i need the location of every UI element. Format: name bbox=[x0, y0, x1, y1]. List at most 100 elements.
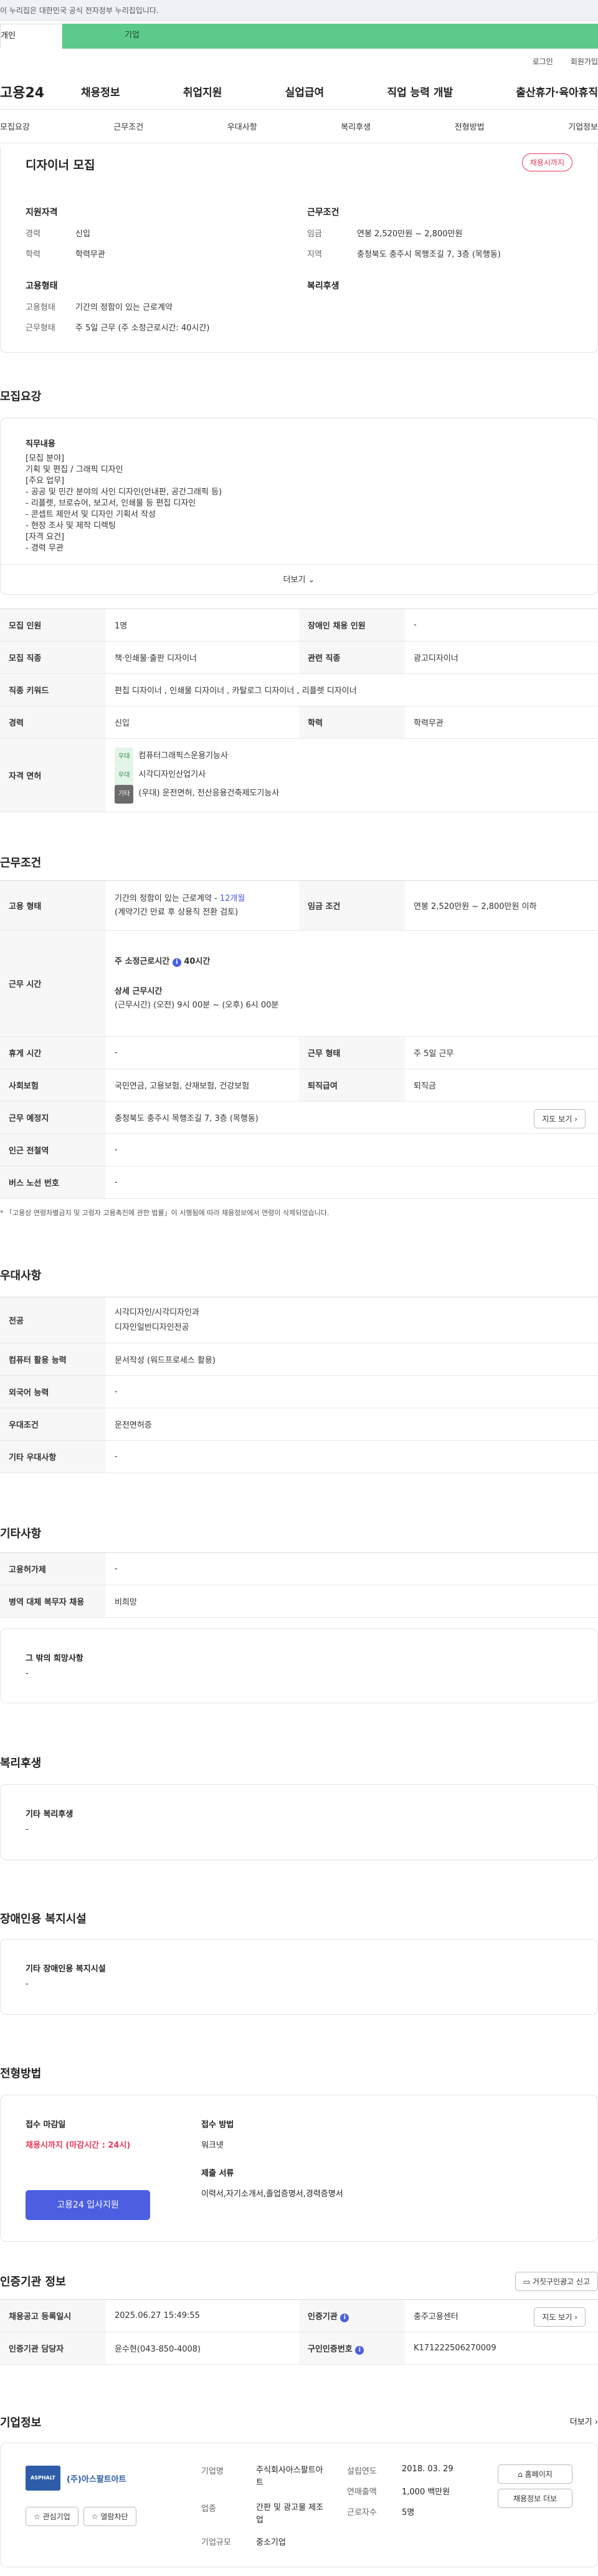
gnb-support[interactable]: 취업지원 bbox=[183, 84, 222, 99]
welfare-value: - bbox=[26, 1825, 29, 1834]
gnb-benefit[interactable]: 실업급여 bbox=[285, 84, 325, 99]
headcount-label: 모집 인원 bbox=[0, 608, 106, 642]
recruit-section-title: 모집요강 bbox=[0, 390, 42, 403]
rest-value: - bbox=[106, 1036, 299, 1069]
headcount-value: 1명 bbox=[106, 608, 299, 642]
pref-section-title: 우대사항 bbox=[0, 1269, 42, 1282]
other-section-title: 기타사항 bbox=[0, 1527, 42, 1540]
company-name-label: 기업명 bbox=[201, 2467, 224, 2476]
disabled-sub: 기타 장애인용 복지시설 bbox=[26, 1964, 106, 1974]
cond-title: 근무조건 bbox=[307, 208, 339, 218]
found-label: 설립연도 bbox=[347, 2467, 377, 2476]
subnav-pref[interactable]: 우대사항 bbox=[227, 120, 257, 132]
pref-etc-label: 기타 우대사항 bbox=[0, 1440, 106, 1473]
sales-label: 연매출액 bbox=[347, 2487, 377, 2497]
disabled-section-title: 장애인용 복지시설 bbox=[0, 1913, 87, 1926]
job-title: 디자이너 모집 bbox=[26, 158, 95, 172]
company-name-value: 주식회사아스팔트아트 bbox=[256, 2466, 323, 2487]
site-logo[interactable]: 고용24 bbox=[0, 82, 75, 102]
cert-table: 채용공고 등록일시 2025.06.27 15:49:55 인증기관 i 충주고용센터… bbox=[0, 2299, 598, 2365]
report-button[interactable]: ▭ 거짓구인광고 신고 bbox=[515, 2272, 598, 2291]
shape-value: 주 5일 근무 bbox=[405, 1036, 598, 1069]
duty-card: 직무내용 [모집 분야] 기획 및 편집 / 그래픽 디자인 [주요 업무] -… bbox=[0, 418, 598, 595]
agency-map-button[interactable]: 지도 보기 › bbox=[534, 2307, 586, 2327]
subnav-welfare[interactable]: 복리후생 bbox=[341, 120, 371, 132]
agency-label: 인증기관 bbox=[308, 2312, 338, 2322]
career-row-value: 신입 bbox=[106, 706, 299, 739]
pc-label: 컴퓨터 활용 능력 bbox=[0, 1343, 106, 1376]
wage-cond-value: 연봉 2,520만원 ~ 2,800만원 이하 bbox=[405, 880, 598, 931]
signup-link[interactable]: 회원가입 bbox=[571, 56, 598, 67]
deadline-value: 채용시까지 (마감시간 : 24시) bbox=[26, 2141, 131, 2150]
emp-count-value: 5명 bbox=[402, 2508, 415, 2517]
cert-section-title: 인증기관 정보 bbox=[0, 2276, 66, 2289]
tab-business[interactable]: 기업 bbox=[62, 24, 598, 49]
age-note: * 「고용상 연령차별금지 및 고령자 고용촉진에 관한 법률」이 시행됨에 따… bbox=[0, 1209, 330, 1217]
duty-line: [모집 분야] bbox=[26, 454, 65, 463]
contract-months: 12개월 bbox=[219, 893, 245, 903]
welfare-section-title: 복리후생 bbox=[0, 1757, 42, 1770]
wage-cond-label: 임금 조건 bbox=[299, 880, 405, 931]
edu-row-value: 학력무관 bbox=[405, 706, 598, 739]
map-button[interactable]: 지도 보기 › bbox=[534, 1109, 586, 1128]
major-label: 전공 bbox=[0, 1297, 106, 1343]
duty-line: - 콘셉트 제안서 및 디자인 기획서 작성 bbox=[26, 510, 156, 519]
duty-line: - 공공 및 민간 분야의 사인 디자인(안내판, 공간그래픽 등) bbox=[26, 488, 222, 497]
info-icon[interactable]: i bbox=[172, 958, 181, 967]
wage-value: 연봉 2,520만원 ~ 2,800만원 bbox=[357, 229, 463, 239]
subnav-company[interactable]: 기업정보 bbox=[568, 120, 598, 132]
company-more-link[interactable]: 더보기 › bbox=[570, 2415, 598, 2427]
fav-button[interactable]: ☆ 관심기업 bbox=[26, 2507, 78, 2526]
block-button[interactable]: ☆ 열람차단 bbox=[83, 2507, 136, 2526]
wish-card: 그 밖의 희망사항 - bbox=[0, 1628, 598, 1703]
summary-card: 디자이너 모집 채용시까지 지원자격 경력 신입 학력 학력무관 고용형태 고용형태… bbox=[0, 147, 598, 353]
subnav-work[interactable]: 근무조건 bbox=[113, 120, 143, 132]
tab-individual[interactable]: 개인 bbox=[0, 24, 62, 49]
emp-count-label: 근로자수 bbox=[347, 2508, 377, 2517]
pref-cond-label: 우대조건 bbox=[0, 1408, 106, 1441]
license-label: 자격 면허 bbox=[0, 738, 106, 812]
login-link[interactable]: 로그인 bbox=[533, 56, 553, 67]
permit-value: - bbox=[106, 1552, 598, 1585]
retire-value: 퇴직금 bbox=[405, 1069, 598, 1102]
wage-label: 임금 bbox=[307, 229, 322, 239]
subnav-recruit[interactable]: 모집요강 bbox=[0, 120, 30, 132]
gnb-jobs[interactable]: 채용정보 bbox=[81, 84, 120, 99]
military-label: 병역 대체 복무자 채용 bbox=[0, 1585, 106, 1618]
other-table: 고용허가제 - 병역 대체 복무자 채용 비희망 bbox=[0, 1552, 598, 1618]
insurance-label: 사회보험 bbox=[0, 1069, 106, 1102]
homepage-button[interactable]: ⌂ 홈페이지 bbox=[498, 2464, 572, 2484]
detail-value: (근무시간) (오전) 9시 00분 ~ (오후) 6시 00분 bbox=[115, 1000, 279, 1010]
method-label: 접수 방법 bbox=[201, 2120, 234, 2130]
permit-label: 고용허가제 bbox=[0, 1552, 106, 1585]
company-logo-name: (주)아스팔트아트 bbox=[67, 2474, 126, 2484]
apply-button[interactable]: 고용24 입사지원 bbox=[26, 2190, 150, 2220]
license-item: 우대 시각디자인산업기사 bbox=[115, 766, 589, 785]
work-section-title: 근무조건 bbox=[0, 857, 42, 870]
license-item: 기타 (우대) 운전면허, 전산응용건축제도기능사 bbox=[115, 784, 589, 804]
gnb-leave[interactable]: 출산휴가·육아휴직 bbox=[516, 84, 598, 99]
duty-title: 직무내용 bbox=[26, 440, 55, 449]
career-row-label: 경력 bbox=[0, 706, 106, 739]
more-button[interactable]: 더보기 ⌄ bbox=[1, 564, 597, 595]
docs-value: 이력서,자기소개서,졸업증명서,경력증명서 bbox=[201, 2189, 343, 2199]
manager-value: 윤수현(043-850-4008) bbox=[106, 2332, 299, 2365]
subnav-selection[interactable]: 전형방법 bbox=[455, 120, 485, 132]
info-icon[interactable]: i bbox=[355, 2345, 364, 2355]
reg-label: 채용공고 등록일시 bbox=[0, 2299, 106, 2332]
gnb-training[interactable]: 직업 능력 개발 bbox=[387, 84, 453, 99]
cert-id-value: K171222506270009 bbox=[405, 2332, 598, 2365]
duty-line: 기획 및 편집 / 그래픽 디자인 bbox=[26, 465, 123, 474]
region-label: 지역 bbox=[307, 250, 322, 259]
pc-value: 문서작성 (워드프로세스 활용) bbox=[106, 1343, 598, 1376]
shape-label: 근무 형태 bbox=[299, 1036, 405, 1069]
docs-label: 제출 서류 bbox=[201, 2169, 234, 2178]
welfare-sub: 기타 복리후생 bbox=[26, 1810, 74, 1819]
disabled-value: - bbox=[405, 608, 598, 642]
duty-line: [주요 업무] bbox=[26, 476, 65, 486]
retire-label: 퇴직급여 bbox=[299, 1069, 405, 1102]
emptype-label: 고용형태 bbox=[26, 303, 55, 312]
info-icon[interactable]: i bbox=[340, 2313, 349, 2322]
biz-value: 간판 및 광고물 제조업 bbox=[256, 2503, 324, 2525]
company-jobs-button[interactable]: 채용정보 더보 bbox=[498, 2489, 572, 2508]
